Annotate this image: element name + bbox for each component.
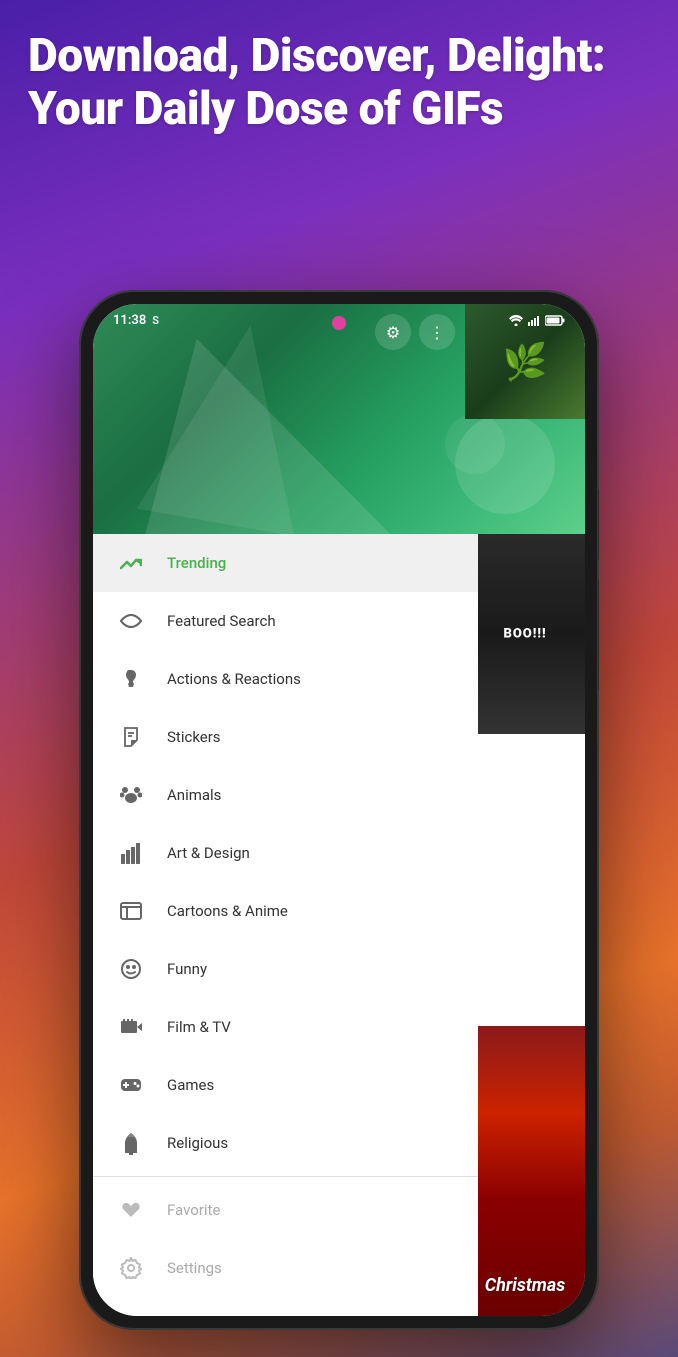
nav-item-funny[interactable]: Funny [93, 940, 478, 998]
side-gif-bottom: Christmas [465, 1026, 585, 1316]
nav-item-actions-reactions[interactable]: Actions & Reactions [93, 650, 478, 708]
status-time-area: 11:38 S [113, 313, 159, 328]
carrier-icon: S [152, 314, 159, 327]
settings-icon-btn[interactable]: ⚙ [375, 314, 411, 350]
bg-circle-2 [445, 414, 505, 474]
gifs-label: GIFs [113, 1277, 145, 1296]
nav-label-film-tv: Film & TV [167, 1018, 231, 1036]
nav-item-cartoons-anime[interactable]: Cartoons & Anime [93, 882, 478, 940]
settings-icon: ⚙ [386, 323, 400, 342]
nav-item-games[interactable]: Games [93, 1056, 478, 1114]
phone-screen: 🌿 BOO!!! Christmas 11:38 S [93, 304, 585, 1316]
nav-item-film-tv[interactable]: Film & TV [93, 998, 478, 1056]
nav-label-religious: Religious [167, 1134, 228, 1152]
nav-item-trending[interactable]: Trending [93, 534, 478, 592]
nav-label-stickers: Stickers [167, 728, 221, 746]
nav-label-favorite: Favorite [167, 1201, 220, 1219]
art-design-icon [113, 835, 149, 871]
more-options-btn[interactable]: ⋮ [419, 314, 455, 350]
nav-label-trending: Trending [167, 554, 226, 572]
phone-volume-button [598, 490, 599, 560]
simpsons-emoji: 🌿 [503, 341, 548, 383]
animals-icon [113, 777, 149, 813]
nav-label-animals: Animals [167, 786, 221, 804]
funny-icon [113, 951, 149, 987]
nav-label-featured-search: Featured Search [167, 612, 276, 630]
religious-icon [113, 1125, 149, 1161]
phone-mockup: 🌿 BOO!!! Christmas 11:38 S [79, 290, 599, 1330]
trending-icon [113, 545, 149, 581]
camera-dot [332, 316, 346, 330]
games-icon [113, 1067, 149, 1103]
nav-item-settings[interactable]: Settings [93, 1239, 478, 1297]
christmas-text: Christmas [465, 1275, 585, 1296]
navigation-drawer: Trending Featured Search [93, 534, 478, 1316]
nav-label-games: Games [167, 1076, 214, 1094]
nav-item-featured-search[interactable]: Featured Search [93, 592, 478, 650]
actions-reactions-icon [113, 661, 149, 697]
nav-label-cartoons-anime: Cartoons & Anime [167, 902, 288, 920]
side-gif-mid: BOO!!! [465, 534, 585, 734]
stickers-icon [113, 719, 149, 755]
nav-item-stickers[interactable]: Stickers [93, 708, 478, 766]
nav-divider [93, 1176, 478, 1177]
nav-item-art-design[interactable]: Art & Design [93, 824, 478, 882]
status-icons [509, 315, 565, 326]
hero-title: Download, Discover, Delight: Your Daily … [28, 30, 650, 136]
battery-icon [545, 315, 565, 326]
signal-icon [528, 315, 540, 326]
phone-power-button [598, 580, 599, 690]
wifi-icon [509, 315, 523, 326]
cartoons-anime-icon [113, 893, 149, 929]
boo-text: BOO!!! [503, 627, 546, 642]
nav-label-settings: Settings [167, 1259, 222, 1277]
nav-item-religious[interactable]: Religious [93, 1114, 478, 1172]
nav-label-funny: Funny [167, 960, 207, 978]
nav-item-favorite[interactable]: Favorite [93, 1181, 478, 1239]
more-icon: ⋮ [429, 323, 445, 342]
header-toolbar: ⚙ ⋮ [375, 314, 455, 350]
nav-item-animals[interactable]: Animals [93, 766, 478, 824]
film-tv-icon [113, 1009, 149, 1045]
favorite-icon [113, 1192, 149, 1228]
nav-label-actions-reactions: Actions & Reactions [167, 670, 301, 688]
phone-frame: 🌿 BOO!!! Christmas 11:38 S [79, 290, 599, 1330]
featured-search-icon [113, 603, 149, 639]
bg-triangle-2 [137, 312, 329, 534]
nav-label-art-design: Art & Design [167, 844, 250, 862]
status-time: 11:38 [113, 313, 146, 328]
